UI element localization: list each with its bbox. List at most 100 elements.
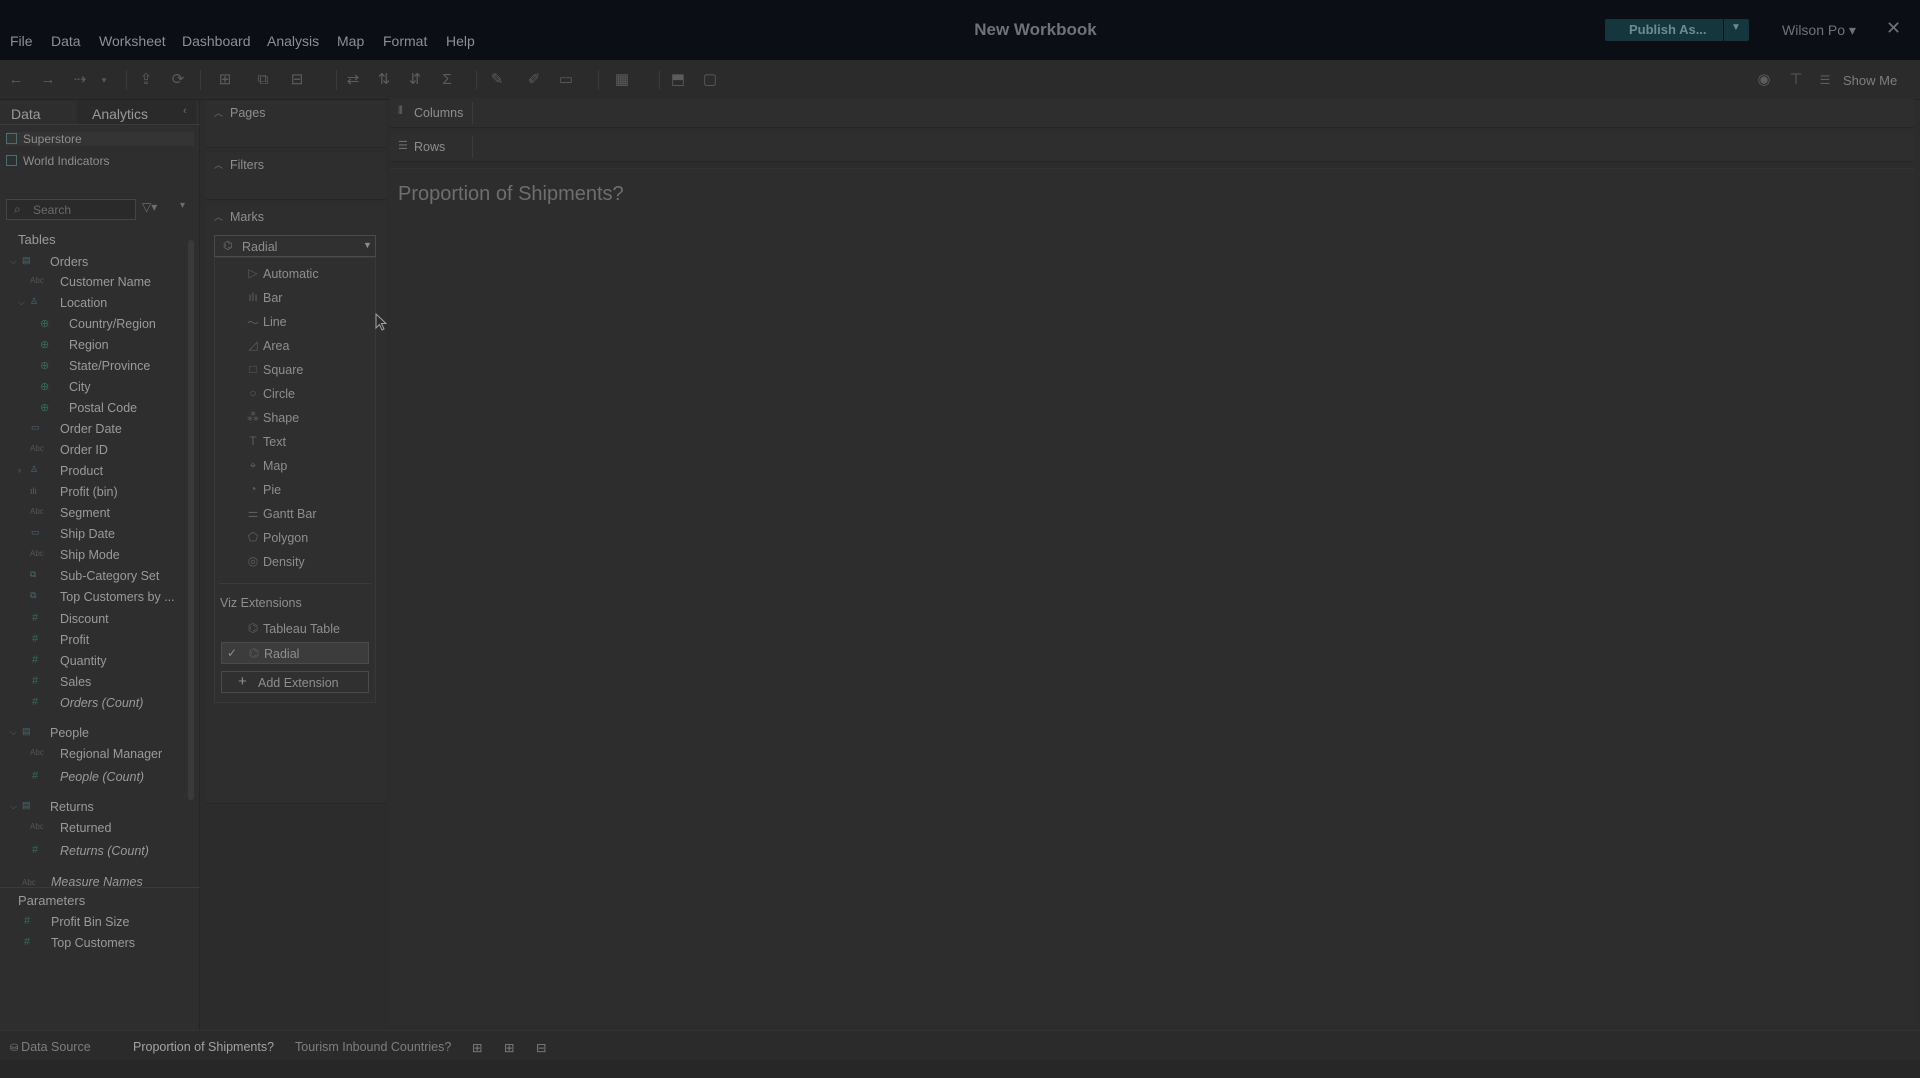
publish-button[interactable]: Publish As... ▼ bbox=[1605, 19, 1749, 41]
chevron-up-icon[interactable]: ︿ bbox=[214, 158, 223, 171]
mark-item-square[interactable]: □ Square bbox=[215, 359, 375, 381]
user-menu[interactable]: Wilson Po ▾ bbox=[1782, 22, 1856, 39]
mark-item-line[interactable]: 〜 Line bbox=[215, 311, 375, 333]
parameter-profit-bin-size[interactable]: Profit Bin Size bbox=[51, 915, 130, 929]
field-sub-category-set[interactable]: Sub-Category Set bbox=[60, 569, 159, 583]
pane-menu-icon[interactable]: ▾ bbox=[180, 200, 185, 211]
field-state-province[interactable]: State/Province bbox=[69, 359, 150, 373]
field-country-region[interactable]: Country/Region bbox=[69, 317, 156, 331]
field-orders-count[interactable]: Orders (Count) bbox=[60, 696, 143, 710]
mark-item-density[interactable]: ◎ Density bbox=[215, 551, 375, 573]
redo-icon[interactable]: → bbox=[38, 70, 58, 90]
field-region[interactable]: Region bbox=[69, 338, 109, 352]
mark-item-circle[interactable]: ○ Circle bbox=[215, 383, 375, 405]
datasource-world-indicators[interactable]: World Indicators bbox=[6, 154, 109, 168]
chevron-down-icon[interactable]: ⌵ bbox=[10, 256, 17, 267]
new-datasource-icon[interactable]: ⇪ bbox=[136, 70, 156, 90]
field-segment[interactable]: Segment bbox=[60, 506, 110, 520]
menu-format[interactable]: Format bbox=[383, 33, 427, 49]
field-postal-code[interactable]: Postal Code bbox=[69, 401, 137, 415]
field-location[interactable]: Location bbox=[60, 296, 107, 310]
chevron-up-icon[interactable]: ︿ bbox=[214, 106, 223, 119]
presentation-mode-icon[interactable]: ⊤ bbox=[1786, 70, 1806, 90]
field-product[interactable]: Product bbox=[60, 464, 103, 478]
new-worksheet-icon[interactable]: ⊞ bbox=[472, 1040, 482, 1055]
tooltip-icon[interactable]: ▢ bbox=[700, 70, 720, 90]
mark-item-pie[interactable]: ◔ Pie bbox=[215, 479, 375, 501]
highlight-icon[interactable]: ✎ bbox=[487, 70, 507, 90]
extension-item-tableau-table[interactable]: ⌬ Tableau Table bbox=[215, 618, 375, 640]
field-customer-name[interactable]: Customer Name bbox=[60, 275, 151, 289]
chevron-up-icon[interactable]: ︿ bbox=[214, 210, 223, 223]
undo-icon[interactable]: ← bbox=[6, 70, 26, 90]
table-orders[interactable]: Orders bbox=[50, 255, 88, 269]
sort-descending-icon[interactable]: ⇵ bbox=[405, 70, 425, 90]
search-input[interactable]: ⌕ Search bbox=[6, 199, 136, 220]
tab-data[interactable]: Data bbox=[11, 106, 41, 122]
format-icon[interactable]: ▭ bbox=[556, 70, 576, 90]
mark-item-gantt-bar[interactable]: ⚌ Gantt Bar bbox=[215, 503, 375, 525]
menu-analysis[interactable]: Analysis bbox=[267, 33, 319, 49]
filter-icon[interactable]: ▽▾ bbox=[142, 200, 157, 214]
replay-icon[interactable]: ⇢ bbox=[70, 70, 90, 90]
menu-data[interactable]: Data bbox=[51, 33, 81, 49]
sheet-title[interactable]: Proportion of Shipments? bbox=[398, 183, 624, 206]
menu-dashboard[interactable]: Dashboard bbox=[182, 33, 251, 49]
field-order-date[interactable]: Order Date bbox=[60, 422, 122, 436]
mark-item-automatic[interactable]: ▷ Automatic bbox=[215, 263, 375, 285]
mark-item-map[interactable]: ⌖ Map bbox=[215, 455, 375, 477]
new-worksheet-icon[interactable]: ⊞ bbox=[215, 70, 235, 90]
filters-card[interactable]: ︿ Filters bbox=[206, 152, 386, 200]
tab-analytics[interactable]: Analytics bbox=[92, 106, 148, 122]
chevron-down-icon[interactable]: ⌵ bbox=[10, 801, 17, 812]
field-regional-manager[interactable]: Regional Manager bbox=[60, 747, 162, 761]
menu-worksheet[interactable]: Worksheet bbox=[99, 33, 166, 49]
show-me-icon[interactable]: ☰ bbox=[1815, 70, 1835, 90]
close-icon[interactable]: ✕ bbox=[1886, 18, 1901, 39]
field-discount[interactable]: Discount bbox=[60, 612, 109, 626]
pause-updates-icon[interactable]: ⟳ bbox=[168, 70, 188, 90]
extension-item-radial[interactable]: ✓ ⌬ Radial bbox=[221, 642, 369, 664]
swap-icon[interactable]: ⇄ bbox=[343, 70, 363, 90]
view-canvas[interactable]: Proportion of Shipments? bbox=[390, 168, 1914, 1026]
annotate-icon[interactable]: ✐ bbox=[524, 70, 544, 90]
sheet-tab-proportion-of-shipments[interactable]: Proportion of Shipments? bbox=[133, 1040, 274, 1054]
field-profit[interactable]: Profit bbox=[60, 633, 89, 647]
chevron-down-icon[interactable]: ⌵ bbox=[18, 297, 25, 308]
pages-card[interactable]: ︿ Pages bbox=[206, 100, 386, 148]
ask-data-icon[interactable]: ◉ bbox=[1754, 70, 1774, 90]
sort-ascending-icon[interactable]: ⇅ bbox=[374, 70, 394, 90]
publish-dropdown-icon[interactable]: ▼ bbox=[1731, 22, 1741, 33]
field-quantity[interactable]: Quantity bbox=[60, 654, 107, 668]
chevron-down-icon[interactable]: ⌵ bbox=[10, 727, 17, 738]
field-returned[interactable]: Returned bbox=[60, 821, 111, 835]
present-icon[interactable]: ⬒ bbox=[668, 70, 688, 90]
clear-sheet-icon[interactable]: ⊟ bbox=[287, 70, 307, 90]
field-profit-bin[interactable]: Profit (bin) bbox=[60, 485, 118, 499]
collapse-pane-icon[interactable]: ‹ bbox=[183, 105, 187, 117]
chevron-right-icon[interactable]: › bbox=[18, 465, 21, 475]
new-dashboard-icon[interactable]: ⊞ bbox=[504, 1040, 514, 1055]
table-people[interactable]: People bbox=[50, 726, 89, 740]
menu-file[interactable]: File bbox=[10, 33, 33, 49]
mark-item-area[interactable]: ◿ Area bbox=[215, 335, 375, 357]
field-ship-mode[interactable]: Ship Mode bbox=[60, 548, 120, 562]
mark-type-select[interactable]: ⌬ Radial ▼ bbox=[214, 235, 376, 257]
show-me-button[interactable]: Show Me bbox=[1843, 73, 1897, 88]
table-returns[interactable]: Returns bbox=[50, 800, 94, 814]
menu-map[interactable]: Map bbox=[337, 33, 364, 49]
replay-dropdown-icon[interactable]: ▾ bbox=[94, 70, 114, 90]
field-order-id[interactable]: Order ID bbox=[60, 443, 108, 457]
field-returns-count[interactable]: Returns (Count) bbox=[60, 844, 149, 858]
rows-shelf[interactable]: ☰ Rows bbox=[390, 132, 1914, 162]
menu-help[interactable]: Help bbox=[446, 33, 475, 49]
new-story-icon[interactable]: ⊟ bbox=[536, 1040, 546, 1055]
parameter-top-customers[interactable]: Top Customers bbox=[51, 936, 135, 950]
duplicate-icon[interactable]: ⧉ bbox=[253, 70, 273, 90]
field-ship-date[interactable]: Ship Date bbox=[60, 527, 115, 541]
add-extension-button[interactable]: + Add Extension bbox=[221, 671, 369, 693]
sheet-tab-tourism-inbound-countries[interactable]: Tourism Inbound Countries? bbox=[295, 1040, 451, 1054]
fit-icon[interactable]: ▦ bbox=[612, 70, 632, 90]
scrollbar[interactable] bbox=[188, 240, 194, 800]
datasource-superstore[interactable]: Superstore bbox=[6, 132, 194, 146]
